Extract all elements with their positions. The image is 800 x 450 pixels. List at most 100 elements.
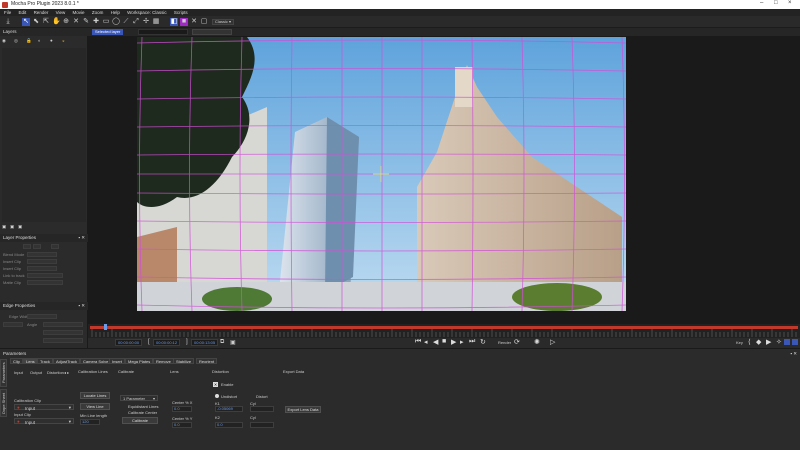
params-close-icon[interactable]: ▪ ✕ — [790, 351, 797, 357]
pick-icon[interactable]: ⇱ — [42, 18, 50, 26]
menu-view[interactable]: View — [56, 9, 66, 16]
transform-icon[interactable]: ⤢ — [132, 18, 140, 26]
calibration-clip-select[interactable]: ● Input ▾ — [14, 404, 74, 411]
frame-icon[interactable]: ▢ — [200, 18, 208, 26]
auto-key-icon[interactable] — [784, 339, 790, 345]
key-option-icon[interactable]: ✧ — [776, 338, 782, 346]
tab-reorient[interactable]: Reorient — [196, 358, 218, 364]
tab-stabilize[interactable]: Stabilize — [173, 358, 195, 364]
matte-clip-select[interactable] — [27, 280, 63, 285]
view-options[interactable] — [192, 29, 232, 35]
menu-scripts[interactable]: Scripts — [174, 9, 188, 16]
playhead[interactable] — [104, 324, 107, 330]
go-start-icon[interactable]: ⏮ — [415, 338, 421, 346]
parameters-side-tab[interactable]: Parameters — [0, 359, 7, 387]
enable-checkbox[interactable]: ✕ — [213, 382, 218, 387]
visibility-icon[interactable]: ◎ — [14, 38, 18, 44]
equidistant-lines-label[interactable]: Equidistant Lines — [128, 404, 158, 409]
next-keyframe-icon[interactable]: ▶ — [766, 338, 771, 346]
tab-remove[interactable]: Remove — [153, 358, 174, 364]
track-forward-icon[interactable]: ▷ — [550, 338, 555, 346]
ellipse-tool-icon[interactable]: ◯ — [112, 18, 120, 26]
layers-list[interactable] — [2, 48, 86, 222]
tab-mega-plates[interactable]: Mega Plates — [125, 358, 154, 364]
calibrate-button[interactable]: Calibrate — [122, 417, 158, 424]
insert-clip-select-2[interactable] — [27, 266, 57, 271]
viewer-tool-strip[interactable] — [138, 29, 188, 35]
insert-clip-select[interactable] — [27, 259, 57, 264]
workspace-dropdown[interactable]: Classic ▾ — [212, 19, 235, 25]
close-icon[interactable]: × — [788, 0, 792, 6]
cross-icon[interactable]: ✕ — [190, 18, 198, 26]
eye-icon[interactable]: ◉ — [2, 38, 6, 44]
next-key-icon[interactable]: ▸ — [460, 338, 464, 346]
surface-icon[interactable]: ◧ — [170, 18, 178, 26]
prev-keyframe-icon[interactable]: ⟨ — [748, 338, 751, 346]
maximize-icon[interactable]: □ — [774, 0, 778, 6]
subtab-scroll-icon[interactable]: ◂ ▸ — [64, 370, 69, 375]
grid-icon[interactable]: ▦ — [152, 18, 160, 26]
loop-icon[interactable]: ↻ — [480, 338, 486, 346]
tab-camera-solve[interactable]: Camera Solve — [80, 358, 112, 364]
ep-field-3[interactable] — [43, 330, 83, 335]
in-time-field[interactable]: 00:00:00:00 — [115, 339, 143, 346]
stop-icon[interactable]: ■ — [442, 338, 446, 345]
clip-range-icon[interactable]: ⧉ — [220, 339, 224, 346]
bezier-icon[interactable]: ✎ — [82, 18, 90, 26]
menu-movie[interactable]: Movie — [73, 9, 85, 16]
cache-icon[interactable]: ▣ — [230, 339, 236, 346]
palette-icon[interactable]: ◒ — [62, 38, 65, 43]
save-icon[interactable]: ⤓ — [4, 18, 12, 26]
select-points-icon[interactable]: ⬉ — [32, 18, 40, 26]
go-end-icon[interactable]: ⏭ — [469, 338, 475, 346]
tab-insert[interactable]: Insert — [109, 358, 126, 364]
menu-file[interactable]: File — [4, 9, 11, 16]
panel-close-icon[interactable]: ▪ ✕ — [78, 234, 85, 242]
add-key-icon[interactable]: ◆ — [756, 338, 761, 346]
menu-zoom[interactable]: Zoom — [92, 9, 104, 16]
menu-render[interactable]: Render — [34, 9, 49, 16]
move-icon[interactable]: ✢ — [142, 18, 150, 26]
matte-icon[interactable]: ◐ — [38, 38, 41, 43]
link-track-select[interactable] — [27, 273, 63, 278]
menu-edit[interactable]: Edit — [19, 9, 27, 16]
subtab-output[interactable]: Output — [30, 370, 42, 375]
timeline[interactable] — [88, 324, 800, 338]
tab-clip[interactable]: Clip — [10, 358, 23, 364]
delete-layer-icon[interactable]: ▣ — [18, 224, 22, 230]
cyl2-field[interactable] — [250, 422, 274, 428]
hand-icon[interactable]: ✋ — [52, 18, 61, 26]
out-time-field[interactable]: 00:00:13:05 — [191, 339, 219, 346]
key-all-icon[interactable] — [792, 339, 798, 345]
min-line-length-field[interactable]: 120 — [80, 419, 100, 425]
tab-track[interactable]: Track — [37, 358, 53, 364]
edge-width-field[interactable] — [27, 314, 57, 319]
set-out-icon[interactable]: ] — [186, 339, 188, 345]
input-clip-select[interactable]: ● Input ▾ — [14, 418, 74, 425]
lp-icon-a[interactable] — [23, 244, 31, 249]
add-layer-icon[interactable]: ▣ — [2, 224, 6, 230]
subtab-distortion[interactable]: Distortion — [47, 370, 64, 375]
panel-close-icon-2[interactable]: ▪ ✕ — [78, 302, 85, 310]
footage-canvas[interactable] — [137, 37, 626, 311]
xspline-icon[interactable]: ✕ — [72, 18, 80, 26]
view-line-button[interactable]: View Line — [80, 403, 110, 410]
zoom-icon[interactable]: ⊕ — [62, 18, 70, 26]
export-lens-data-button[interactable]: Export Lens Data — [285, 406, 321, 413]
locate-lines-button[interactable]: Locate Lines — [80, 392, 110, 399]
set-in-icon[interactable]: [ — [148, 339, 150, 345]
center-y-field[interactable]: 0.0 — [172, 422, 192, 428]
menu-workspace[interactable]: Workspace: Classic — [127, 9, 166, 16]
current-time-field[interactable]: 00:00:00:12 — [153, 339, 181, 346]
k2-field[interactable]: 0.0 — [215, 422, 243, 428]
center-x-field[interactable]: 0.0 — [172, 406, 192, 412]
magnetic-icon[interactable]: ⟋ — [122, 18, 130, 26]
render-icon[interactable]: ⟳ — [514, 338, 520, 346]
rect-tool-icon[interactable]: ▭ — [102, 18, 110, 26]
dope-sheet-side-tab[interactable]: Dope Sheet — [0, 389, 7, 417]
ep-field-4[interactable] — [43, 338, 83, 343]
undistort-radio[interactable] — [215, 394, 219, 398]
play-icon[interactable]: ▶ — [451, 338, 456, 346]
lp-icon-c[interactable] — [51, 244, 59, 249]
calibrate-center-label[interactable]: Calibrate Center — [128, 410, 157, 415]
